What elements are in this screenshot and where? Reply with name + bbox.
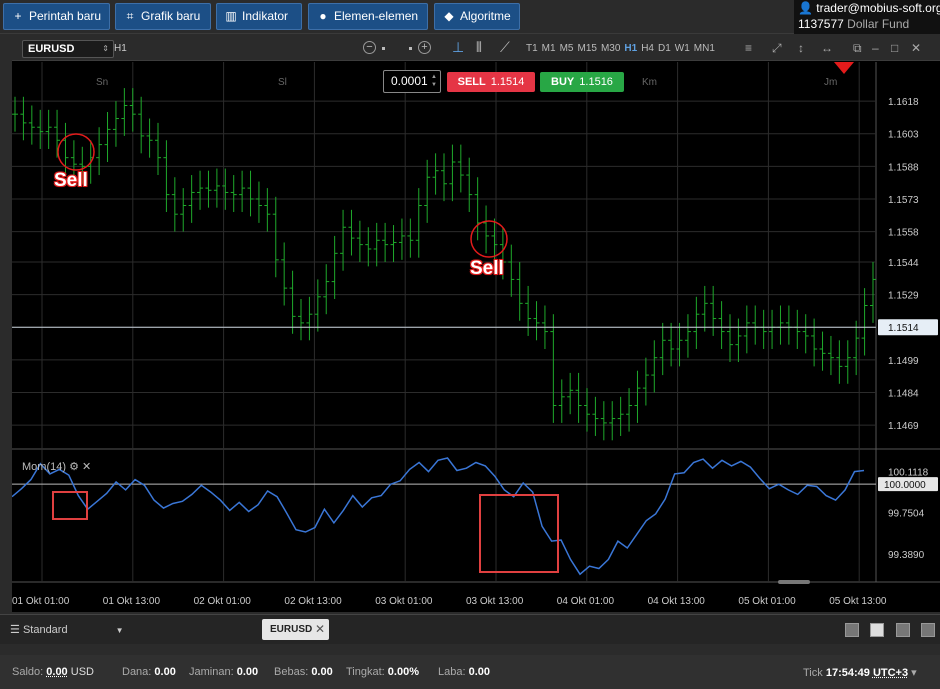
chart-tabs-bar: ☰ Standard ▼ EURUSD ✕ [0,614,940,644]
close-tab-icon[interactable]: ✕ [315,619,325,640]
equity-value: 0.00 [154,666,175,678]
momentum-level-label: 100.0000 [884,480,926,491]
layout-rows-icon[interactable] [921,623,935,637]
gear-icon[interactable]: ⚙ [69,461,79,473]
current-price-label: 1.1514 [888,323,919,334]
bar-chart-icon: ▥ [225,4,237,29]
main-toolbar: + Perintah baru ⌗ Grafik baru ▥ Indikator ●… [0,0,940,34]
time-axis-label: 05 Okt 13:00 [829,596,887,607]
account-info[interactable]: 👤 trader@mobius-soft.org 1137577 Dollar … [794,0,940,34]
algorithm-button[interactable]: ◆ Algoritme [434,3,520,30]
tab-eurusd[interactable]: EURUSD ✕ [262,619,329,640]
indicator-label: Mom(14) ⚙ ✕ [22,460,91,473]
timezone-select[interactable]: UTC+3 [873,667,908,679]
horizontal-scrollbar[interactable] [778,580,810,584]
quantity-input[interactable]: 0.0001 ▲ ▼ [383,70,441,93]
layout-single-icon[interactable] [845,623,859,637]
free-margin-value: 0.00 [311,666,332,678]
price-axis-label: 1.1544 [888,258,919,269]
layout-grid-icon[interactable] [870,623,884,637]
price-axis-label: 1.1529 [888,291,919,302]
account-type: Dollar Fund [847,17,909,31]
chart-canvas[interactable]: 01 Okt 01:00 01 Okt 13:00 02 Okt 01:00 02 O… [12,36,940,612]
diamond-icon: ◆ [443,4,455,29]
highlight-box [53,492,87,519]
sell-annotation: Sell [470,258,504,280]
day-label: Sl [278,77,287,88]
time-axis-label: 03 Okt 13:00 [466,596,524,607]
momentum-line [12,458,864,574]
sell-signal-circle [471,221,507,257]
momentum-axis-label: 99.3890 [888,550,925,561]
margin-level-value: 0.00% [388,666,419,678]
new-chart-button[interactable]: ⌗ Grafik baru [115,3,211,30]
account-id: 1137577 [798,17,844,31]
sell-annotation: Sell [54,170,88,192]
time-axis-label: 01 Okt 01:00 [12,596,70,607]
time-axis-label: 05 Okt 01:00 [738,596,796,607]
shapes-icon: ● [317,4,329,29]
clock: 17:54:49 [826,667,870,679]
plus-icon: + [12,4,24,29]
profit-value: 0.00 [469,666,490,678]
account-user: trader@mobius-soft.org [816,1,940,15]
price-axis-label: 1.1573 [888,195,919,206]
layout-mode-select[interactable]: ☰ Standard ▼ [10,623,124,636]
time-axis-label: 04 Okt 01:00 [557,596,615,607]
day-label: Jm [824,77,837,88]
chart-icon: ⌗ [124,4,136,29]
momentum-axis-label: 99.7504 [888,509,925,520]
time-axis-label: 02 Okt 13:00 [284,596,342,607]
price-axis-label: 1.1558 [888,228,919,239]
time-axis-label: 04 Okt 13:00 [648,596,706,607]
chart-window[interactable]: EURUSD ⇕ H1 − + ⊥ ⫴ ⟋ T1 M1 M5 M15 M30 H1 H4 D1 W… [12,36,940,612]
user-icon: 👤 [798,1,813,15]
indicator-button[interactable]: ▥ Indikator [216,3,302,30]
day-label: Sn [96,77,108,88]
layout-columns-icon[interactable] [896,623,910,637]
day-label: Km [642,77,657,88]
elements-button[interactable]: ● Elemen-elemen [308,3,428,30]
spinner-icon[interactable]: ▲ ▼ [431,73,437,89]
balance-value[interactable]: 0.00 [46,666,67,678]
price-axis-label: 1.1484 [888,388,919,399]
price-axis-label: 1.1588 [888,162,919,173]
momentum-axis-label: 100.1118 [888,467,929,478]
chevron-down-icon: ▼ [116,626,124,635]
close-indicator-icon[interactable]: ✕ [82,461,91,473]
margin-value: 0.00 [237,666,258,678]
new-order-button[interactable]: + Perintah baru [3,3,110,30]
price-axis-label: 1.1469 [888,421,919,432]
menu-icon: ☰ [10,624,20,636]
price-axis-label: 1.1499 [888,356,919,367]
status-bar: Saldo: 0.00 USD Dana: 0.00 Jaminan: 0.00… [0,655,940,689]
time-axis-label: 01 Okt 13:00 [103,596,161,607]
scroll-to-end-icon[interactable] [834,62,854,74]
sell-button[interactable]: SELL 1.1514 [447,72,535,92]
price-axis-label: 1.1603 [888,130,919,141]
price-axis-label: 1.1618 [888,97,919,108]
buy-button[interactable]: BUY 1.1516 [540,72,624,92]
chevron-down-icon: ▾ [911,667,917,679]
time-axis-label: 03 Okt 01:00 [375,596,433,607]
time-axis-label: 02 Okt 01:00 [194,596,252,607]
